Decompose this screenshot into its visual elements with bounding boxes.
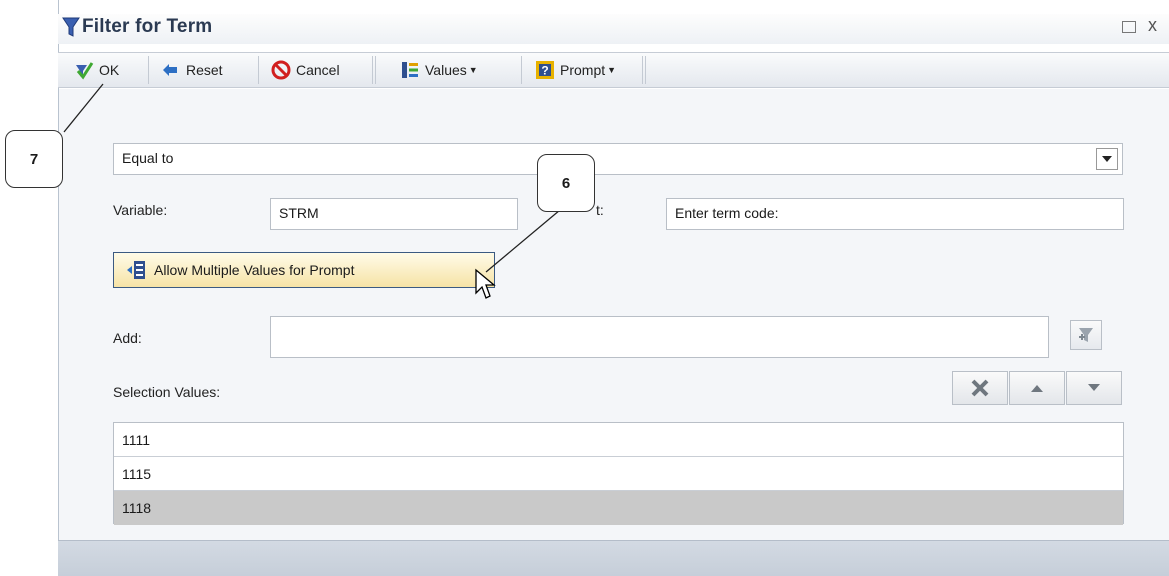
mouse-pointer-icon: [475, 268, 496, 299]
callout-7: 7: [5, 130, 63, 188]
callout-6: 6: [537, 154, 595, 212]
callout-leader-lines: [63, 83, 561, 273]
